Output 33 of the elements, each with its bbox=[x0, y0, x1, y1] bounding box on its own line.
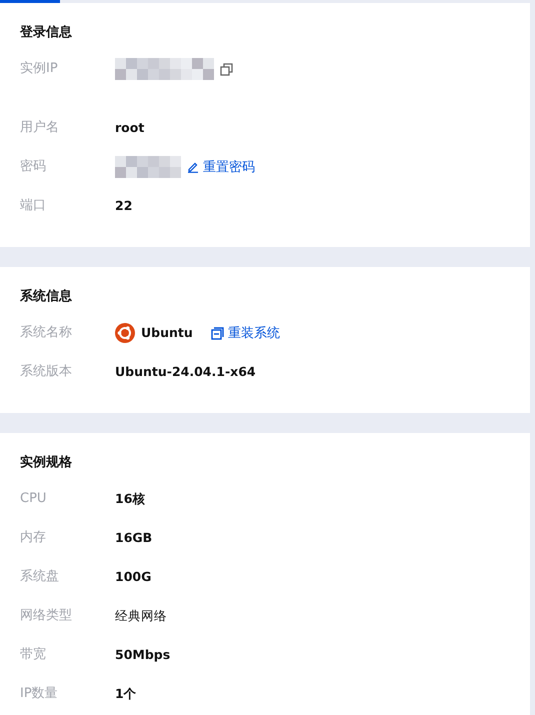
field-value: 22 bbox=[115, 197, 132, 215]
field-label: 端口 bbox=[20, 197, 47, 215]
field-value: Ubuntu bbox=[141, 324, 193, 342]
field-label: 实例IP bbox=[20, 60, 59, 78]
field-label: 用户名 bbox=[20, 119, 60, 137]
field-label: 密码 bbox=[20, 158, 47, 176]
reinstall-link[interactable]: 重装系统 bbox=[210, 324, 280, 342]
field-value: 16核 bbox=[115, 490, 146, 508]
tab-indicator bbox=[0, 0, 60, 3]
field-label: 带宽 bbox=[20, 646, 47, 664]
field-value: 100G bbox=[115, 568, 152, 586]
field-label: 系统版本 bbox=[20, 363, 73, 381]
field-value: 16GB bbox=[115, 529, 152, 547]
field-label: IP数量 bbox=[20, 685, 59, 703]
reset-password-link[interactable]: 重置密码 bbox=[187, 158, 255, 176]
field-label: 网络类型 bbox=[20, 607, 73, 625]
ubuntu-logo-icon bbox=[115, 323, 135, 343]
section-title: 系统信息 bbox=[20, 288, 73, 305]
field-value: 经典网络 bbox=[115, 607, 167, 625]
pencil-icon bbox=[187, 161, 199, 173]
field-value: 1个 bbox=[115, 685, 137, 703]
field-value: Ubuntu-24.04.1-x64 bbox=[115, 363, 256, 381]
blurred-value bbox=[115, 156, 181, 178]
section-title: 实例规格 bbox=[20, 454, 73, 471]
field-label: 系统名称 bbox=[20, 324, 73, 342]
field-value: root bbox=[115, 119, 144, 137]
copy-button[interactable] bbox=[220, 62, 233, 76]
copy-icon bbox=[220, 62, 233, 76]
section-title: 登录信息 bbox=[20, 24, 73, 41]
field-label: 内存 bbox=[20, 529, 47, 547]
field-label: CPU bbox=[20, 490, 48, 508]
field-label: 系统盘 bbox=[20, 568, 60, 586]
field-value: 50Mbps bbox=[115, 646, 170, 664]
